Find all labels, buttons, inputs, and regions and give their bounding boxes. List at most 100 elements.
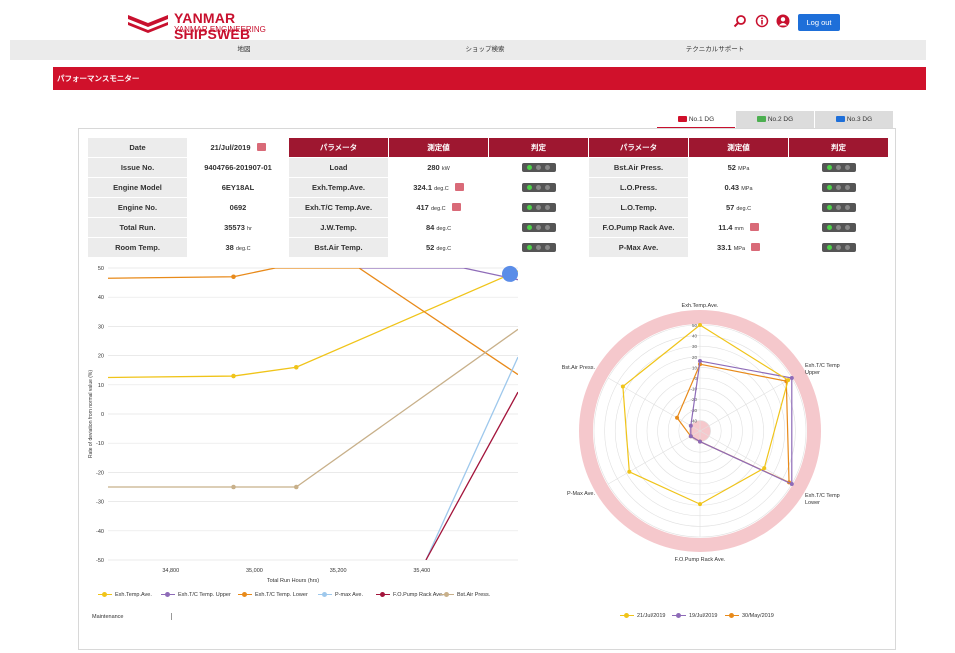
radar-axis-label: Exh.T/C Temp Upper [805,363,840,376]
calendar-icon[interactable] [256,143,266,151]
legend-item[interactable]: P-max Ave. [318,591,364,598]
y-tick-label: 30 [98,324,104,330]
radar-data-point [698,439,702,444]
param-value: 52 MPa [688,157,789,178]
status-lamp [788,157,889,178]
total-run-value: 35573 hr [187,217,289,238]
logout-button[interactable]: Log out [798,14,840,31]
param-name: Exh.T/C Temp.Ave. [288,197,389,218]
legend-item[interactable]: Exh.Temp.Ave. [98,591,152,598]
tab-label: No.3 DG [846,116,873,123]
radar-data-point [789,482,794,486]
legend-label: P-max Ave. [335,592,364,598]
param-name: F.O.Pump Rack Ave. [588,217,689,238]
legend-label: Exh.T/C Temp. Lower [255,592,308,598]
engine-icon [835,116,845,122]
tab-no3-dg[interactable]: No.3 DG [815,111,893,129]
x-tick-label: 35,000 [246,568,263,574]
radar-data-point [688,423,693,428]
status-lamp [788,217,889,238]
engine-no-value: 0692 [187,197,289,218]
legend-label: F.O.Pump Rack Ave. [393,592,444,598]
graph-toggle-icon[interactable] [751,243,760,251]
status-lamp [488,177,589,198]
page-title-bar: パフォーマンスモニター [53,67,926,90]
table-row: Engine No. 0692 Exh.T/C Temp.Ave. 417 de… [87,197,889,218]
graph-toggle-icon[interactable] [451,203,461,211]
graph-toggle-icon[interactable] [454,183,464,191]
legend-item[interactable]: F.O.Pump Rack Ave. [376,591,444,598]
search-icon[interactable] [733,14,747,28]
legend-item[interactable]: Exh.T/C Temp. Lower [238,591,308,598]
date-value-cell[interactable]: 21/Jul/2019 [187,137,289,158]
legend-item[interactable]: 30/May/2019 [725,612,774,619]
hover-marker [502,265,518,282]
data-point [293,364,299,370]
table-row: Engine Model 6EY18AL Exh.Temp.Ave. 324.1… [87,177,889,198]
legend-item[interactable]: Exh.T/C Temp. Upper [161,591,231,598]
y-tick-label: 50 [98,266,104,272]
user-account-icon[interactable] [776,14,790,28]
radar-axis-label: P-Max Ave. [567,491,595,497]
legend-swatch [440,591,454,597]
graph-toggle-icon[interactable] [749,223,759,231]
model-label: Engine Model [87,177,188,198]
status-lamp [788,237,889,258]
y-tick-label: -50 [96,558,104,564]
radar-axis-label: F.O.Pump Rack Ave. [675,557,726,563]
radar-tick-label: -30 [690,408,697,413]
radar-tick-label: 10 [692,365,698,370]
tab-label: No.1 DG [688,116,715,123]
nav-item-map[interactable]: 地図 [238,40,251,60]
main-nav: 地図 ショップ検索 テクニカルサポート [10,40,926,60]
radar-data-point [698,323,702,327]
series-line [425,391,518,560]
status-lamp [488,217,589,238]
issue-label: Issue No. [87,157,188,178]
radar-data-point [675,415,680,420]
yanmar-logo[interactable]: YANMAR SHIPSWEB YANMAR ENGINEERING [128,10,288,42]
radar-data-point [688,434,693,439]
param-header: パラメータ [588,137,689,158]
data-point [231,484,236,490]
param-value: 84 deg.C [388,217,489,238]
legend-item[interactable]: 19/Jul/2019 [672,612,717,619]
judge-header: 判定 [788,137,889,158]
value-header: 測定値 [388,137,489,158]
status-lamp [488,237,589,258]
nav-item-technical-support[interactable]: テクニカルサポート [686,40,745,60]
legend-label: 21/Jul/2019 [637,613,666,619]
date-value: 21/Jul/2019 [210,143,251,152]
param-value: 52 deg.C [388,237,489,258]
radar-data-point [762,466,767,471]
legend-swatch [98,591,112,597]
data-point [293,484,299,490]
tab-no1-dg[interactable]: No.1 DG [657,111,735,129]
model-value: 6EY18AL [187,177,289,198]
param-name: Bst.Air Temp. [288,237,389,258]
page-title: パフォーマンスモニター [57,74,140,83]
param-value: 33.1 MPa [688,237,789,258]
data-point [231,373,236,379]
judge-header: 判定 [488,137,589,158]
tab-label: No.2 DG [767,116,794,123]
issue-value: 9404766-201907-01 [187,157,289,178]
y-tick-label: -40 [96,529,104,535]
param-value: 417 deg.C [388,197,489,218]
param-name: Load [288,157,389,178]
nav-item-shop-search[interactable]: ショップ検索 [466,40,505,60]
status-lamp [788,177,889,198]
tab-no2-dg[interactable]: No.2 DG [736,111,814,129]
y-tick-label: -20 [96,470,104,476]
brand-subtitle: YANMAR ENGINEERING [174,25,266,34]
param-name: Exh.Temp.Ave. [288,177,389,198]
x-tick-label: 35,200 [330,568,347,574]
legend-item[interactable]: 21/Jul/2019 [620,612,666,619]
x-axis-label: Total Run Hours (hrs) [267,578,319,584]
info-icon[interactable] [755,14,769,28]
legend-item[interactable]: Bst.Air Press. [440,591,490,598]
radar-tick-label: 20 [692,355,698,360]
series-line [359,268,518,281]
param-value: 324.1 deg.C [388,177,489,198]
data-point [231,274,236,280]
